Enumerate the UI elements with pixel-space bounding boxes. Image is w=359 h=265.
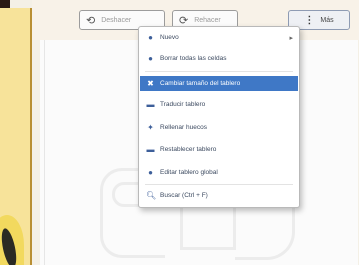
menu-item-reset-board[interactable]: ▬ Restablecer tablero — [140, 142, 298, 157]
menu-item-label: Borrar todas las celdas — [160, 55, 227, 62]
left-panel-border — [30, 8, 32, 265]
menu-item-clear-cells[interactable]: ● Borrar todas las celdas — [140, 51, 298, 66]
menu-item-translate-board[interactable]: ▬ Traducir tablero — [140, 97, 298, 112]
more-icon: ⋮ — [304, 14, 315, 26]
corner-decoration — [0, 0, 10, 8]
redo-label: Rehacer — [194, 16, 221, 24]
menu-item-label: Cambiar tamaño del tablero — [160, 80, 241, 87]
translate-icon: ▬ — [146, 100, 155, 109]
menu-item-label: Buscar (Ctrl + F) — [160, 192, 208, 199]
board-divider — [44, 40, 45, 265]
menu-item-label: Restablecer tablero — [160, 146, 217, 153]
more-label: Más — [320, 16, 334, 24]
menu-item-label: Rellenar huecos — [160, 124, 207, 131]
chevron-right-icon: ▸ — [289, 34, 293, 42]
undo-icon: ⟲ — [86, 14, 96, 27]
fill-icon: ✦ — [147, 123, 154, 132]
menu-item-label: Nuevo — [160, 34, 179, 41]
plus-circle-icon: ● — [148, 33, 153, 42]
menu-item-new[interactable]: ● Nuevo ▸ — [140, 30, 298, 45]
redo-icon: ⟳ — [179, 14, 189, 27]
resize-icon: ✖ — [147, 79, 154, 88]
menu-item-label: Traducir tablero — [160, 101, 206, 108]
undo-label: Deshacer — [101, 16, 132, 24]
globe-icon: ● — [148, 168, 153, 177]
more-dropdown-menu: ● Nuevo ▸ ● Borrar todas las celdas ✖ Ca… — [138, 26, 300, 208]
menu-item-label: Editar tablero global — [160, 169, 218, 176]
menu-separator — [145, 184, 293, 185]
menu-item-edit-global-board[interactable]: ● Editar tablero global — [140, 165, 298, 180]
menu-item-search[interactable]: 🔍︎ Buscar (Ctrl + F) — [140, 188, 298, 203]
app-window: ⟲ Deshacer ⟳ Rehacer ⋮ Más ● Nuevo ▸ ● B… — [0, 0, 359, 265]
minus-circle-icon: ● — [148, 54, 153, 63]
menu-separator — [145, 71, 293, 72]
menu-item-resize-board[interactable]: ✖ Cambiar tamaño del tablero — [140, 76, 298, 91]
menu-item-fill-gaps[interactable]: ✦ Rellenar huecos — [140, 120, 298, 135]
refresh-icon: ▬ — [146, 145, 155, 154]
search-icon: 🔍︎ — [146, 191, 157, 200]
